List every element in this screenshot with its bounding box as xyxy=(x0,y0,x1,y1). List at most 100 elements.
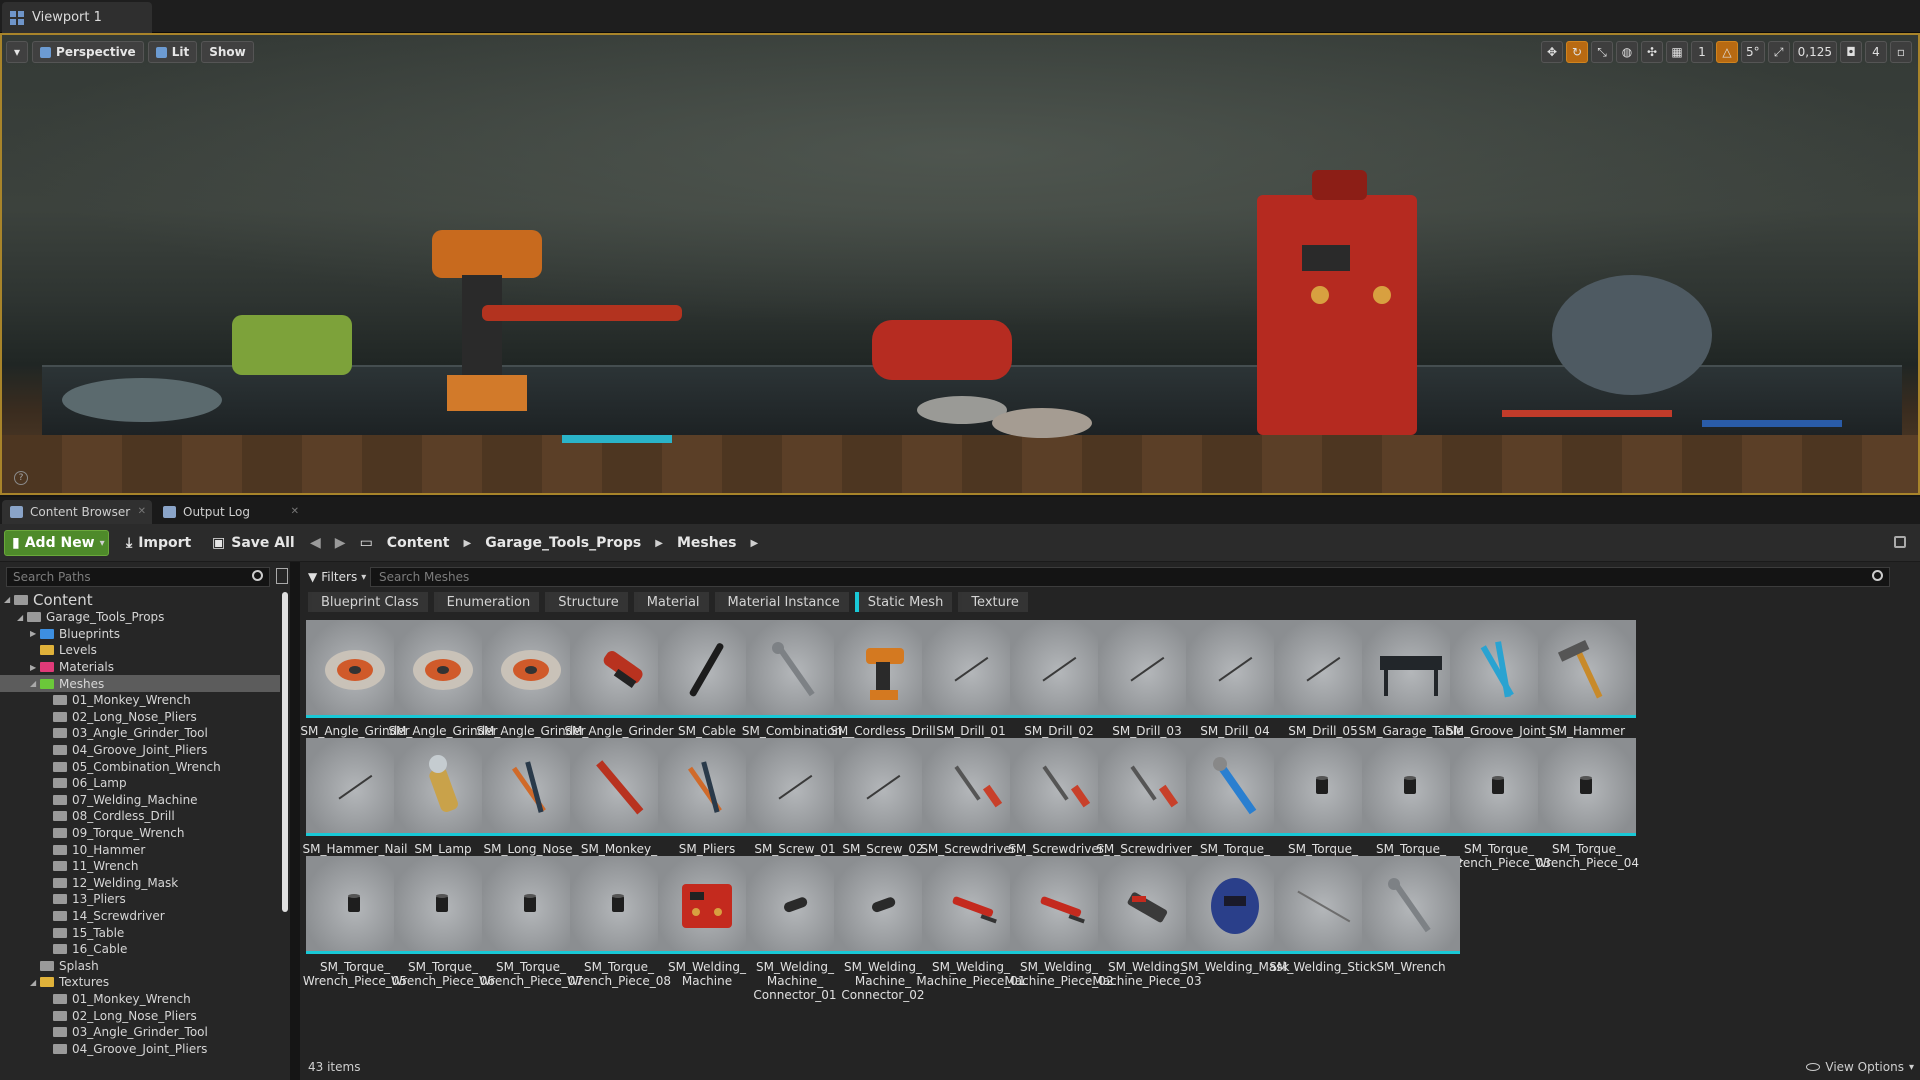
level-viewport[interactable]: ▾ Perspective Lit Show ✥ ↻ ⤡ ◍ ✣ ▦ 1 △ 5… xyxy=(0,33,1920,495)
filters-button[interactable]: ▼ Filters ▾ xyxy=(308,567,366,587)
expander-arrow-icon[interactable]: ◢ xyxy=(4,595,14,604)
close-icon[interactable]: ✕ xyxy=(138,506,146,517)
asset-tile[interactable]: SM_Welding_ Machine_Piece_03 xyxy=(1092,856,1202,996)
tree-item[interactable]: ▶ Blueprints xyxy=(0,626,280,643)
tree-item[interactable]: 15_Table xyxy=(0,924,280,941)
tree-item[interactable]: 01_Monkey_Wrench xyxy=(0,991,280,1008)
tree-scrollbar[interactable] xyxy=(282,592,288,912)
expander-arrow-icon[interactable]: ◢ xyxy=(30,679,40,688)
tree-item[interactable]: Splash xyxy=(0,957,280,974)
tab-output-log-label: Output Log xyxy=(183,505,250,519)
import-button[interactable]: ⤓ Import xyxy=(126,530,191,556)
filter-chip[interactable]: Blueprint Class xyxy=(308,592,428,612)
translate-icon[interactable]: ✥ xyxy=(1541,41,1563,63)
close-icon[interactable]: ✕ xyxy=(291,506,299,517)
tree-item[interactable]: ◢ Textures xyxy=(0,974,280,991)
scale-snap-icon[interactable]: ⤢ xyxy=(1767,41,1790,63)
tree-item[interactable]: 04_Groove_Joint_Pliers xyxy=(0,1040,280,1057)
viewport-tab[interactable]: Viewport 1 xyxy=(2,2,152,33)
tab-content-browser[interactable]: Content Browser ✕ xyxy=(2,500,152,524)
tree-item[interactable]: 05_Combination_Wrench xyxy=(0,758,280,775)
tree-item[interactable]: 04_Groove_Joint_Pliers xyxy=(0,742,280,759)
perspective-button[interactable]: Perspective xyxy=(32,41,144,63)
tree-item[interactable]: ▶ Materials xyxy=(0,659,280,676)
camera-speed-value-button[interactable]: 4 xyxy=(1865,41,1887,63)
help-icon[interactable]: ? xyxy=(14,471,28,485)
grid-snap-icon[interactable]: ▦ xyxy=(1666,41,1688,63)
lit-button[interactable]: Lit xyxy=(147,41,198,63)
tree-item[interactable]: 14_Screwdriver xyxy=(0,908,280,925)
tree-item[interactable]: 06_Lamp xyxy=(0,775,280,792)
tree-item[interactable]: 12_Welding_Mask xyxy=(0,875,280,892)
show-button[interactable]: Show xyxy=(201,41,254,63)
breadcrumb-separator-icon[interactable]: ▶ xyxy=(464,538,472,549)
tree-item-label: Splash xyxy=(59,958,99,973)
maximize-viewport-icon[interactable]: ▫ xyxy=(1890,41,1912,63)
breadcrumb-content[interactable]: Content xyxy=(387,535,450,551)
filter-chips: Blueprint Class Enumeration Structure Mater… xyxy=(308,592,1028,612)
filter-chip[interactable]: Texture xyxy=(958,592,1028,612)
tree-item[interactable]: 13_Pliers xyxy=(0,891,280,908)
tree-item[interactable]: ◢ Meshes xyxy=(0,675,280,692)
breadcrumb-meshes[interactable]: Meshes xyxy=(677,535,737,551)
coordinate-space-icon[interactable]: ◍ xyxy=(1616,41,1638,63)
tree-item[interactable]: 16_Cable xyxy=(0,941,280,958)
expander-arrow-icon[interactable]: ▶ xyxy=(30,663,40,672)
viewport-menu-button[interactable]: ▾ xyxy=(6,41,29,63)
tree-item[interactable]: 02_Long_Nose_Pliers xyxy=(0,1007,280,1024)
scale-snap-value-button[interactable]: 0,125 xyxy=(1792,41,1837,63)
filter-chip[interactable]: Enumeration xyxy=(433,592,540,612)
asset-thumbnail xyxy=(658,856,756,954)
camera-speed-icon[interactable]: ◘ xyxy=(1840,41,1862,63)
breadcrumb-separator-icon[interactable]: ▶ xyxy=(655,538,663,549)
breadcrumb-garage-tools-props[interactable]: Garage_Tools_Props xyxy=(485,535,641,551)
tree-item[interactable]: ◢ Garage_Tools_Props xyxy=(0,609,280,626)
tree-item[interactable]: 03_Angle_Grinder_Tool xyxy=(0,725,280,742)
tree-item[interactable]: 08_Cordless_Drill xyxy=(0,808,280,825)
expander-arrow-icon[interactable]: ▶ xyxy=(30,629,40,638)
grid-snap-value-button[interactable]: 1 xyxy=(1691,41,1713,63)
asset-preview-icon xyxy=(1388,878,1431,933)
filter-chip[interactable]: Material xyxy=(633,592,709,612)
save-all-button[interactable]: ▣ Save All xyxy=(212,530,295,556)
back-arrow-icon[interactable]: ◀ xyxy=(310,535,321,551)
filter-chip[interactable]: Static Mesh xyxy=(854,592,953,612)
folder-icon xyxy=(53,745,67,756)
lock-icon[interactable] xyxy=(1894,536,1906,548)
asset-tile[interactable]: SM_Torque_ Wrench_Piece_04 xyxy=(1535,738,1639,878)
expander-arrow-icon[interactable]: ◢ xyxy=(30,978,40,987)
asset-tile[interactable]: SM_Wrench xyxy=(1362,856,1460,996)
tree-item[interactable]: ◢ Content xyxy=(0,590,280,609)
search-icon[interactable] xyxy=(1872,570,1883,581)
path-view-options-icon[interactable] xyxy=(276,568,288,584)
angle-snap-value-button[interactable]: 5° xyxy=(1741,41,1765,63)
expander-arrow-icon[interactable]: ◢ xyxy=(17,613,27,622)
tree-item[interactable]: Levels xyxy=(0,642,280,659)
forward-arrow-icon[interactable]: ▶ xyxy=(335,535,346,551)
filter-chip[interactable]: Structure xyxy=(545,592,628,612)
tab-output-log[interactable]: Output Log ✕ xyxy=(155,500,305,524)
search-paths-input[interactable]: Search Paths xyxy=(6,567,270,587)
asset-tile[interactable]: SM_Welding_Mask xyxy=(1181,856,1289,996)
tree-item[interactable]: 11_Wrench xyxy=(0,858,280,875)
tree-item[interactable]: 02_Long_Nose_Pliers xyxy=(0,709,280,726)
breadcrumb-separator-icon[interactable]: ▶ xyxy=(751,538,759,549)
scale-icon[interactable]: ⤡ xyxy=(1591,41,1613,63)
rotate-icon[interactable]: ↻ xyxy=(1566,41,1588,63)
tree-item[interactable]: 09_Torque_Wrench xyxy=(0,825,280,842)
surface-snap-icon[interactable]: ✣ xyxy=(1641,41,1663,63)
asset-thumbnail xyxy=(1450,620,1548,718)
tree-item[interactable]: 10_Hammer xyxy=(0,841,280,858)
search-meshes-input[interactable]: Search Meshes xyxy=(370,567,1890,587)
tree-item[interactable]: 03_Angle_Grinder_Tool xyxy=(0,1024,280,1041)
filter-chip[interactable]: Material Instance xyxy=(714,592,849,612)
tree-item-label: 11_Wrench xyxy=(72,859,139,874)
view-options-button[interactable]: View Options ▾ xyxy=(1806,1060,1914,1074)
tree-item[interactable]: 07_Welding_Machine xyxy=(0,792,280,809)
add-new-button[interactable]: ▮ Add New ▾ xyxy=(4,530,109,556)
asset-tile[interactable]: SM_Welding_Stick xyxy=(1269,856,1377,996)
angle-snap-icon[interactable]: △ xyxy=(1716,41,1738,63)
scene-welding-machine xyxy=(1257,195,1417,435)
tree-item[interactable]: 01_Monkey_Wrench xyxy=(0,692,280,709)
search-icon[interactable] xyxy=(252,570,263,581)
